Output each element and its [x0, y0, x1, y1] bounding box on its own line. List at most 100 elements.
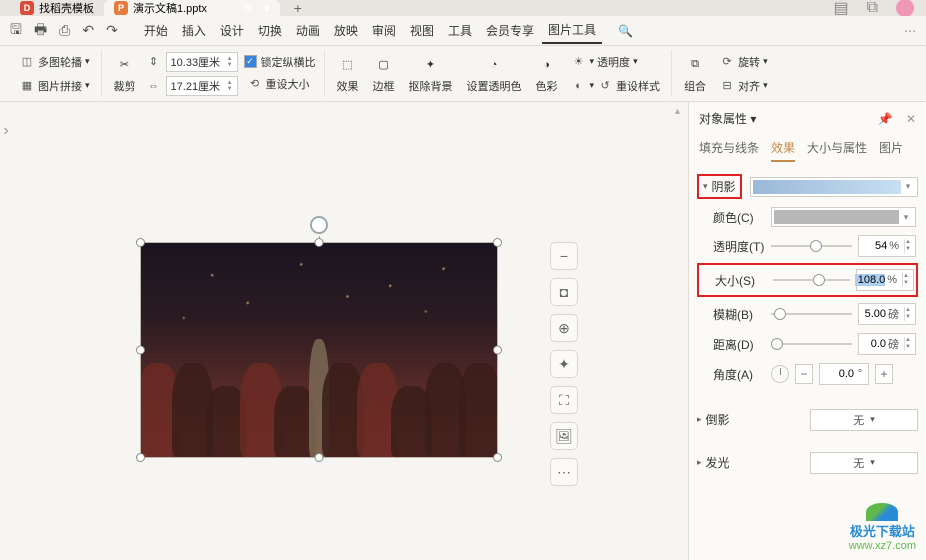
- rt-picture-tools[interactable]: 图片工具: [542, 17, 602, 44]
- image-tool-button[interactable]: 🖼: [550, 422, 578, 450]
- crop-button[interactable]: ✂ 裁剪: [110, 52, 140, 96]
- rt-insert[interactable]: 插入: [176, 18, 212, 43]
- resize-handle[interactable]: [136, 238, 145, 247]
- more-button[interactable]: ⋯: [550, 458, 578, 486]
- save-indicator-icon: ⟲: [242, 2, 251, 15]
- close-icon[interactable]: ✕: [906, 112, 916, 126]
- resize-handle[interactable]: [493, 453, 502, 462]
- distance-slider[interactable]: [771, 337, 852, 351]
- search-icon[interactable]: 🔍: [618, 24, 633, 38]
- contrast-button[interactable]: ◐▾↺重设样式: [568, 76, 664, 96]
- angle-input[interactable]: °: [819, 363, 869, 385]
- rotate-icon: ⟳: [719, 54, 735, 70]
- zoom-in-button[interactable]: ⊕: [550, 314, 578, 342]
- resize-handle[interactable]: [493, 238, 502, 247]
- ptab-fill[interactable]: 填充与线条: [699, 139, 759, 162]
- notification-icon[interactable]: ⧉: [867, 0, 878, 16]
- shadow-preset-dropdown[interactable]: ▾: [750, 177, 918, 197]
- group-effects: ⬚效果 ▢边框 ✦抠除背景 ◔设置透明色 ◑色彩 ☀▾透明度▾ ◐▾↺重设样式: [325, 50, 673, 97]
- glow-section-header[interactable]: ▸ 发光: [697, 450, 730, 475]
- canvas[interactable]: ▴: [12, 102, 688, 560]
- ribbon-tabs: 🖫 🖶 ⎙ ↶ ↷ 开始 插入 设计 切换 动画 放映 审阅 视图 工具 会员专…: [0, 16, 926, 46]
- shadow-color-row: 颜色(C) ▾: [697, 203, 918, 231]
- blur-input[interactable]: 磅▲▼: [858, 303, 916, 325]
- lock-ratio-checkbox[interactable]: ✓ 锁定纵横比: [244, 54, 316, 70]
- chevron-down-icon: ▾: [85, 80, 90, 91]
- rt-review[interactable]: 审阅: [366, 18, 402, 43]
- rt-start[interactable]: 开始: [138, 18, 174, 43]
- fullscreen-button[interactable]: ⛶: [550, 386, 578, 414]
- resize-handle[interactable]: [315, 453, 324, 462]
- ptab-effect[interactable]: 效果: [771, 139, 795, 162]
- tab-document[interactable]: P 演示文稿1.pptx ⟲ ▾: [104, 0, 280, 16]
- rt-animation[interactable]: 动画: [290, 18, 326, 43]
- rt-slideshow[interactable]: 放映: [328, 18, 364, 43]
- resize-handle[interactable]: [315, 238, 324, 247]
- border-button[interactable]: ▢边框: [369, 52, 399, 96]
- new-tab-button[interactable]: +: [280, 0, 316, 16]
- brush-icon[interactable]: ⎙: [59, 22, 70, 39]
- shadow-blur-row: 模糊(B) 磅▲▼: [697, 299, 918, 329]
- panel-header: 对象属性 ▾ 📌 ✕: [689, 102, 926, 135]
- avatar[interactable]: [896, 0, 914, 16]
- reflection-section-header[interactable]: ▸ 倒影: [697, 407, 730, 432]
- height-input[interactable]: 10.33厘米▲▼: [166, 52, 238, 72]
- rt-design[interactable]: 设计: [214, 18, 250, 43]
- zoom-out-button[interactable]: −: [550, 242, 578, 270]
- image-join-button[interactable]: ▦图片拼接 ▾: [16, 76, 93, 96]
- opacity-input[interactable]: %▲▼: [858, 235, 916, 257]
- multi-crop-button[interactable]: ◫多图轮播 ▾: [16, 52, 93, 72]
- brightness-button[interactable]: ☀▾透明度▾: [568, 52, 641, 72]
- pin-icon[interactable]: 📌: [878, 112, 893, 126]
- group-icon: ⧉: [684, 54, 706, 76]
- set-transparent-button[interactable]: ◔设置透明色: [463, 52, 526, 96]
- angle-plus-button[interactable]: +: [875, 364, 893, 384]
- dropdown-icon[interactable]: ▾: [264, 2, 270, 15]
- print-icon[interactable]: 🖶: [34, 19, 47, 43]
- shadow-section-header[interactable]: ▾ 阴影: [697, 174, 742, 199]
- reflection-dropdown[interactable]: 无▾: [810, 409, 918, 431]
- width-input[interactable]: 17.21厘米▲▼: [166, 76, 238, 96]
- rt-tools[interactable]: 工具: [442, 18, 478, 43]
- rt-view[interactable]: 视图: [404, 18, 440, 43]
- size-slider[interactable]: [773, 273, 850, 287]
- magic-icon: ✦: [420, 54, 442, 76]
- rt-vip[interactable]: 会员专享: [480, 18, 540, 43]
- crop-tool-button[interactable]: ◘: [550, 278, 578, 306]
- distance-input[interactable]: 磅▲▼: [858, 333, 916, 355]
- angle-dial[interactable]: [771, 365, 789, 383]
- resize-handle[interactable]: [136, 453, 145, 462]
- size-input[interactable]: %▲▼: [856, 269, 914, 291]
- align-button[interactable]: ⊟对齐▾: [716, 76, 771, 96]
- glow-dropdown[interactable]: 无▾: [810, 452, 918, 474]
- ptab-picture[interactable]: 图片: [879, 139, 903, 162]
- redo-icon[interactable]: ↷: [106, 22, 118, 39]
- ptab-size[interactable]: 大小与属性: [807, 139, 867, 162]
- rt-transition[interactable]: 切换: [252, 18, 288, 43]
- panel-tabs: 填充与线条 效果 大小与属性 图片: [689, 135, 926, 168]
- rotate-button[interactable]: ⟳旋转▾: [716, 52, 771, 72]
- group-button[interactable]: ⧉组合: [680, 52, 710, 96]
- remove-bg-button[interactable]: ✦抠除背景: [405, 52, 457, 96]
- color-button[interactable]: ◑色彩: [532, 52, 562, 96]
- selected-image[interactable]: [140, 242, 498, 458]
- resize-handle[interactable]: [136, 346, 145, 355]
- angle-minus-button[interactable]: −: [795, 364, 813, 384]
- thumbnail-expand[interactable]: ›: [0, 102, 12, 560]
- rotate-handle[interactable]: [310, 216, 328, 234]
- app-icon[interactable]: ▤: [833, 0, 848, 16]
- tab-templates[interactable]: D 找稻壳模板: [10, 0, 104, 16]
- border-icon: ▢: [373, 54, 395, 76]
- scroll-up-icon[interactable]: ▴: [675, 106, 680, 117]
- save-icon[interactable]: 🖫: [10, 19, 22, 43]
- blur-slider[interactable]: [771, 307, 852, 321]
- height-icon: ⇕: [146, 54, 162, 70]
- resize-handle[interactable]: [493, 346, 502, 355]
- magic-tool-button[interactable]: ✦: [550, 350, 578, 378]
- shadow-color-swatch[interactable]: ▾: [771, 207, 916, 227]
- opacity-slider[interactable]: [771, 239, 852, 253]
- cloud-icon[interactable]: ⋯: [904, 24, 916, 38]
- undo-icon[interactable]: ↶: [82, 22, 94, 39]
- effect-button[interactable]: ⬚效果: [333, 52, 363, 96]
- reset-size-button[interactable]: ⟲重设大小: [244, 74, 313, 94]
